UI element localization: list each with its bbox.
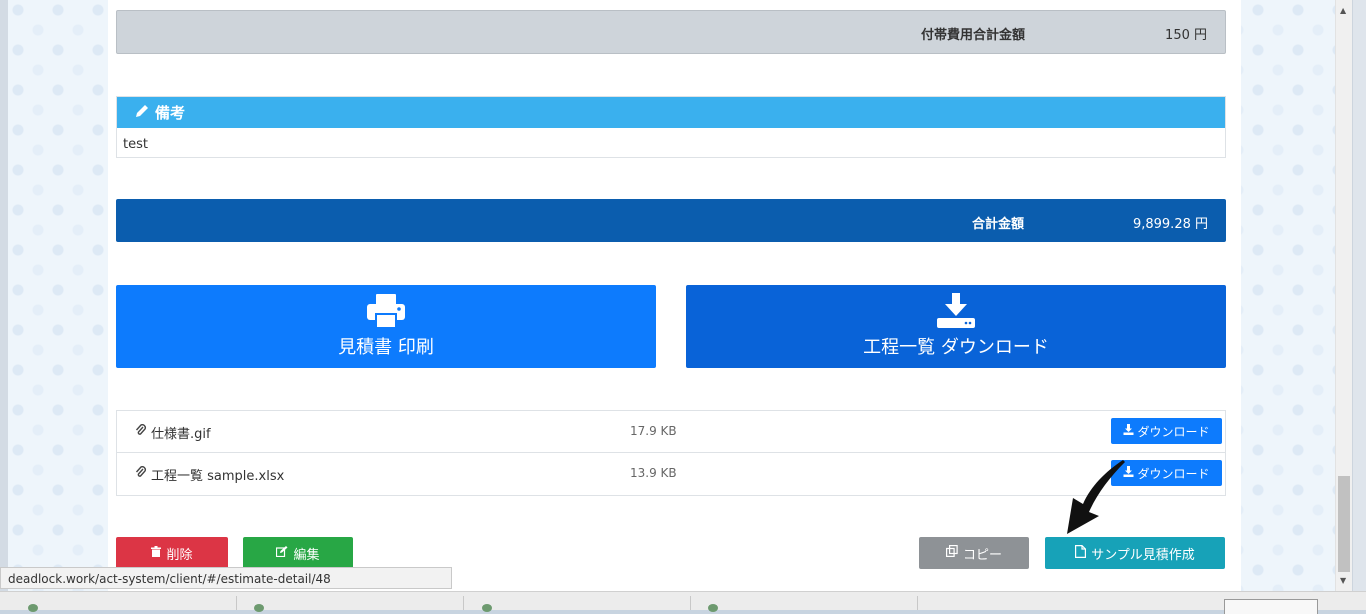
attachment-name[interactable]: 工程一覧 sample.xlsx bbox=[135, 465, 284, 484]
taskbar bbox=[0, 591, 1366, 614]
taskbar-divider bbox=[690, 596, 691, 610]
taskbar-app-icon[interactable] bbox=[254, 604, 264, 612]
taskbar-divider bbox=[236, 596, 237, 610]
edit-button[interactable]: 編集 bbox=[243, 537, 353, 569]
pencil-icon bbox=[135, 104, 149, 122]
attachment-size: 17.9 KB bbox=[630, 424, 677, 438]
incidental-fee-total-row: 付帯費用合計金額 150 円 bbox=[116, 10, 1226, 54]
attachment-row: 仕様書.gif 17.9 KB ダウンロード bbox=[117, 411, 1225, 453]
taskbar-app-icon[interactable] bbox=[28, 604, 38, 612]
grand-total-label: 合計金額 bbox=[971, 217, 1024, 232]
attachment-size: 13.9 KB bbox=[630, 466, 677, 480]
scroll-up-icon[interactable]: ▲ bbox=[1340, 6, 1346, 15]
remarks-header: 備考 bbox=[117, 97, 1225, 128]
grand-total-value: 9,899.28 円 bbox=[1132, 217, 1208, 232]
copy-icon bbox=[945, 545, 958, 561]
taskbar-button[interactable] bbox=[1224, 599, 1318, 614]
grand-total-bar: 合計金額 9,899.28 円 bbox=[116, 199, 1226, 242]
taskbar-app-icon[interactable] bbox=[482, 604, 492, 612]
attachment-name[interactable]: 仕様書.gif bbox=[135, 423, 211, 442]
paperclip-icon bbox=[135, 424, 147, 441]
paperclip-icon bbox=[135, 466, 147, 483]
attachment-download-label: ダウンロード bbox=[1137, 424, 1210, 439]
scrollbar-thumb[interactable] bbox=[1338, 476, 1350, 572]
remarks-title: 備考 bbox=[155, 104, 186, 122]
status-bar-url: deadlock.work/act-system/client/#/estima… bbox=[0, 567, 452, 589]
attachment-filename: 工程一覧 sample.xlsx bbox=[151, 469, 285, 484]
vertical-scrollbar[interactable]: ▲ ▼ bbox=[1335, 0, 1353, 591]
printer-icon bbox=[116, 293, 656, 329]
copy-label: コピー bbox=[962, 547, 1002, 563]
attachment-download-button[interactable]: ダウンロード bbox=[1111, 418, 1222, 444]
trash-icon bbox=[151, 545, 162, 561]
remarks-panel: 備考 test bbox=[116, 96, 1226, 158]
taskbar-app-icon[interactable] bbox=[708, 604, 718, 612]
delete-button[interactable]: 削除 bbox=[116, 537, 228, 569]
edit-icon bbox=[276, 545, 288, 561]
print-estimate-button[interactable]: 見積書 印刷 bbox=[116, 285, 656, 368]
process-list-download-button[interactable]: 工程一覧 ダウンロード bbox=[686, 285, 1226, 368]
download-small-icon bbox=[1123, 424, 1134, 438]
page-background: 付帯費用合計金額 150 円 備考 test 合計金額 9,899.28 円 見… bbox=[8, 0, 1335, 591]
create-sample-estimate-label: サンプル見積作成 bbox=[1091, 547, 1195, 563]
curved-arrow-icon bbox=[1053, 458, 1133, 542]
file-icon bbox=[1075, 544, 1087, 562]
incidental-fee-total-value: 150 円 bbox=[1165, 28, 1207, 43]
attachment-filename: 仕様書.gif bbox=[151, 427, 211, 442]
window-edge bbox=[1352, 0, 1366, 609]
taskbar-divider bbox=[463, 596, 464, 610]
scroll-down-icon[interactable]: ▼ bbox=[1340, 576, 1346, 585]
remarks-text: test bbox=[123, 137, 148, 152]
process-list-download-label: 工程一覧 ダウンロード bbox=[863, 337, 1049, 358]
download-icon bbox=[686, 293, 1226, 329]
browser-background bbox=[0, 0, 8, 609]
copy-button[interactable]: コピー bbox=[919, 537, 1029, 569]
estimate-detail-content: 付帯費用合計金額 150 円 備考 test 合計金額 9,899.28 円 見… bbox=[108, 0, 1241, 591]
edit-label: 編集 bbox=[293, 547, 320, 563]
attachment-download-label: ダウンロード bbox=[1137, 466, 1210, 481]
print-estimate-label: 見積書 印刷 bbox=[338, 337, 434, 358]
incidental-fee-total-label: 付帯費用合計金額 bbox=[920, 28, 1025, 43]
taskbar-divider bbox=[917, 596, 918, 610]
delete-label: 削除 bbox=[166, 547, 193, 563]
